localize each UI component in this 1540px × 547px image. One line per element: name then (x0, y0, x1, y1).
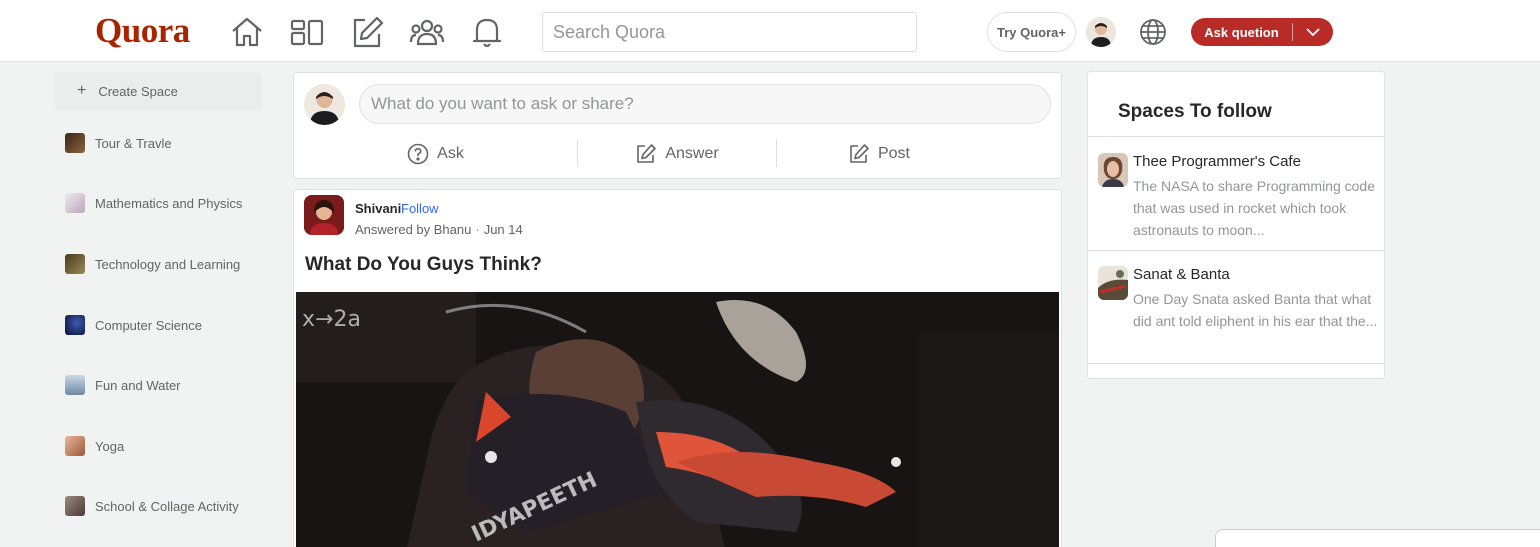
space-suggestion[interactable]: Sanat & Banta One Day Snata asked Banta … (1098, 266, 1378, 356)
sidebar-item-technology-learning[interactable]: Technology and Learning (65, 253, 240, 275)
space-thumbnail (65, 315, 85, 335)
sidebar-item-label: Yoga (95, 438, 125, 454)
follow-button[interactable]: Follow (401, 201, 439, 216)
ask-action-label: Ask (437, 145, 464, 162)
space-description: The NASA to share Programming code that … (1133, 178, 1376, 238)
create-space-button[interactable]: + Create Space (55, 72, 262, 110)
sidebar-item-computer-science[interactable]: Computer Science (65, 314, 202, 336)
plus-icon: + (77, 82, 87, 99)
space-thumbnail (65, 496, 85, 516)
space-name[interactable]: Sanat & Banta (1133, 266, 1230, 283)
sidebar-item-label: Mathematics and Physics (95, 195, 243, 211)
sidebar-item-tour-travle[interactable]: Tour & Travle (65, 132, 172, 154)
try-quora-plus-button[interactable]: Try Quora+ (987, 12, 1076, 52)
space-name[interactable]: Thee Programmer's Cafe (1133, 153, 1301, 170)
divider (1088, 136, 1384, 137)
edit-icon (850, 144, 869, 163)
answered-by[interactable]: Answered by Bhanu (355, 222, 471, 237)
space-description: One Day Snata asked Banta that what did … (1133, 291, 1378, 329)
space-thumbnail (65, 254, 85, 274)
space-suggestion[interactable]: Thee Programmer's Cafe The NASA to share… (1098, 153, 1378, 243)
spaces-icon[interactable] (408, 13, 446, 51)
answer-icon[interactable] (348, 13, 386, 51)
space-thumbnail (65, 193, 85, 213)
feed-post: Shivani · Follow Answered by Bhanu · Jun 1… (293, 189, 1062, 547)
user-avatar[interactable] (304, 84, 345, 125)
svg-text:x→2a: x→2a (302, 307, 361, 332)
bottom-popup-edge[interactable] (1215, 529, 1540, 547)
answer-action-label: Answer (665, 145, 719, 162)
answer-action-button[interactable]: Answer (578, 139, 776, 169)
sidebar-item-yoga[interactable]: Yoga (65, 435, 124, 457)
panel-title: Spaces To follow (1118, 101, 1272, 122)
space-thumbnail (65, 436, 85, 456)
create-space-label: Create Space (98, 83, 178, 99)
sidebar-item-label: Computer Science (95, 317, 202, 333)
notifications-icon[interactable] (468, 13, 506, 51)
separator-dot: · (475, 222, 480, 237)
post-video-thumbnail[interactable]: x→2a IDYAPEETH (296, 292, 1059, 547)
ask-share-input[interactable] (359, 84, 1051, 124)
search-input[interactable] (542, 12, 917, 52)
sidebar-item-label: School & Collage Activity (95, 498, 239, 514)
divider (1088, 250, 1384, 251)
following-icon[interactable] (288, 13, 326, 51)
composer-actions: Ask Answer Post (294, 139, 1061, 169)
home-icon[interactable] (228, 13, 266, 51)
ask-composer: Ask Answer Post (293, 72, 1062, 179)
post-action-label: Post (877, 145, 910, 162)
space-avatar (1098, 153, 1128, 187)
pencil-square-icon (637, 144, 657, 163)
post-meta: Answered by Bhanu · Jun 14 (355, 222, 523, 237)
space-avatar (1098, 266, 1128, 300)
sidebar-item-fun-water[interactable]: Fun and Water (65, 374, 181, 396)
profile-avatar[interactable] (1086, 17, 1116, 47)
space-thumbnail (65, 375, 85, 395)
post-title[interactable]: What Do You Guys Think? (305, 254, 542, 276)
sidebar-item-school-collage-activity[interactable]: School & Collage Activity (65, 495, 239, 517)
question-circle-icon (407, 143, 429, 165)
sidebar-item-label: Tour & Travle (95, 135, 172, 151)
spaces-to-follow-panel: Spaces To follow Thee Programmer's Cafe … (1087, 71, 1385, 379)
quora-logo[interactable]: Quora (95, 11, 190, 51)
ask-question-label: Ask quetion (1204, 24, 1279, 40)
divider (1088, 363, 1384, 364)
separator-dot: · (393, 200, 398, 215)
post-action-button[interactable]: Post (777, 139, 981, 169)
chevron-down-icon[interactable] (1293, 27, 1333, 37)
space-thumbnail (65, 133, 85, 153)
author-avatar[interactable] (304, 195, 344, 235)
ask-question-button[interactable]: Ask quetion (1191, 18, 1333, 46)
sidebar-item-label: Fun and Water (95, 377, 181, 393)
top-nav-bar: Quora Try Quora+ Ask quetion (0, 0, 1540, 62)
language-globe-icon[interactable] (1138, 17, 1168, 47)
post-date[interactable]: Jun 14 (484, 222, 523, 237)
ask-action-button[interactable]: Ask (294, 139, 577, 169)
sidebar-item-label: Technology and Learning (95, 256, 241, 272)
sidebar-item-mathematics-physics[interactable]: Mathematics and Physics (65, 192, 242, 214)
